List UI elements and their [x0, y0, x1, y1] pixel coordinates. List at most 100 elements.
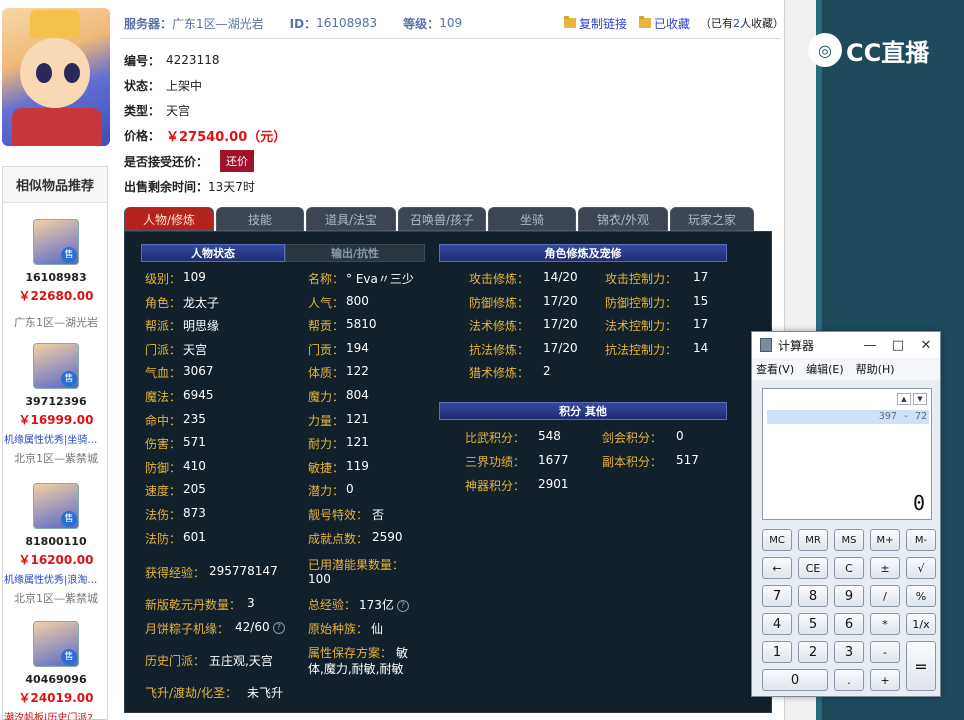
tab-outfits[interactable]: 锦衣/外观: [578, 207, 668, 231]
bargain-button[interactable]: 还价: [220, 150, 255, 172]
favorite-button[interactable]: 已收藏: [638, 15, 690, 32]
similar-item-server: 广东1区—湖光岩: [14, 316, 98, 329]
qianyuan-label: 新版乾元丹数量：: [145, 598, 242, 612]
calc-key[interactable]: 9: [834, 585, 864, 607]
tab-character[interactable]: 人物/修炼: [124, 207, 214, 231]
menu-help[interactable]: 帮助(H): [856, 361, 895, 377]
stat-label: 速度：: [145, 484, 182, 499]
calc-key[interactable]: -: [870, 641, 900, 663]
stat-label: 力量：: [308, 413, 345, 428]
stat-label: 敏捷：: [308, 460, 345, 475]
calc-key[interactable]: M-: [906, 529, 936, 551]
menu-view[interactable]: 查看(V): [756, 361, 794, 377]
stat-label: 帮派：: [145, 319, 182, 334]
similar-item-avatar[interactable]: 售: [33, 219, 79, 265]
server-label: 服务器：: [124, 16, 173, 31]
calc-key[interactable]: /: [870, 585, 900, 607]
calc-key[interactable]: MR: [798, 529, 828, 551]
similar-item-server: 北京1区—紫禁城: [14, 452, 98, 465]
stat-value: 601: [183, 529, 206, 544]
calc-key[interactable]: MS: [834, 529, 864, 551]
calc-key[interactable]: ←: [762, 557, 792, 579]
detail-tabs: 人物/修炼 技能 道具/法宝 召唤兽/孩子 坐骑 锦衣/外观 玩家之家: [124, 207, 774, 231]
stat-value: 天宫: [183, 342, 208, 357]
similar-items-panel: 相似物品推荐 售 16108983 ￥22680.00 广东1区—湖光岩 售 3…: [2, 166, 108, 720]
copy-link-button[interactable]: 复制链接: [563, 15, 627, 32]
calculator-history[interactable]: 397 - 72: [767, 410, 929, 424]
stat-value: 571: [183, 435, 206, 450]
stat-label: 防御：: [145, 460, 182, 475]
stat-label: 名称：: [308, 272, 345, 286]
minimize-icon[interactable]: —: [856, 338, 884, 353]
price-row: 价格： ￥27540.00（元）: [124, 125, 286, 145]
history-up-icon[interactable]: ▲: [897, 393, 911, 405]
calc-key[interactable]: 1: [762, 641, 792, 663]
calc-key[interactable]: 2: [798, 641, 828, 663]
history-down-icon[interactable]: ▼: [913, 393, 927, 405]
calc-key[interactable]: 7: [762, 585, 792, 607]
points2-label: 副本积分：: [602, 455, 663, 469]
price-value: ￥27540.00（元）: [166, 129, 287, 145]
maximize-icon[interactable]: □: [884, 338, 912, 353]
calc-key[interactable]: .: [834, 669, 864, 691]
tab-player-home[interactable]: 玩家之家: [670, 207, 754, 231]
stat-label: 命中：: [145, 413, 182, 428]
calc-key[interactable]: *: [870, 613, 900, 635]
server-value: 广东1区—湖光岩: [172, 16, 264, 31]
similar-item[interactable]: 售 16108983 ￥22680.00 广东1区—湖光岩: [3, 219, 109, 330]
tab-pets[interactable]: 召唤兽/孩子: [398, 207, 486, 231]
similar-item[interactable]: 售 40469096 ￥24019.00 潮汐帆板|历史门派?…: [3, 621, 109, 720]
calc-key[interactable]: 6: [834, 613, 864, 635]
calc-key[interactable]: M+: [870, 529, 900, 551]
help-icon[interactable]: ?: [396, 599, 409, 612]
control-value: 17: [693, 317, 709, 332]
help-icon[interactable]: ?: [272, 621, 285, 634]
calc-key[interactable]: C: [834, 557, 864, 579]
sale-badge: 售: [61, 371, 77, 387]
similar-item-desc[interactable]: 机缘属性优秀|浪淘…: [3, 571, 109, 586]
stat-label: 成就点数：: [308, 531, 369, 546]
similar-item-avatar[interactable]: 售: [33, 621, 79, 667]
calc-key[interactable]: +: [870, 669, 900, 691]
copy-folder-icon: [563, 16, 576, 28]
stat-label: 人气：: [308, 295, 345, 310]
similar-item[interactable]: 售 39712396 ￥16999.00 机缘属性优秀|坐骑… 北京1区—紫禁城: [3, 343, 109, 466]
calc-key[interactable]: 3: [834, 641, 864, 663]
similar-item[interactable]: 售 81800110 ￥16200.00 机缘属性优秀|浪淘… 北京1区—紫禁城: [3, 483, 109, 606]
cultivation-value: 2: [543, 364, 551, 379]
calc-key[interactable]: 5: [798, 613, 828, 635]
stat-value: 龙太子: [183, 295, 220, 310]
calc-key[interactable]: 8: [798, 585, 828, 607]
race-value: 仙: [371, 622, 384, 636]
stat-label: 帮贡：: [308, 319, 345, 334]
calc-key[interactable]: CE: [798, 557, 828, 579]
calc-key[interactable]: 1/x: [906, 613, 936, 635]
similar-item-avatar[interactable]: 售: [33, 483, 79, 529]
tab-items[interactable]: 道具/法宝: [306, 207, 396, 231]
control-value: 17: [693, 270, 709, 284]
status-section-head[interactable]: 人物状态: [141, 244, 285, 262]
similar-item-desc[interactable]: 潮汐帆板|历史门派?…: [3, 709, 109, 720]
calc-key[interactable]: MC: [762, 529, 792, 551]
bargain-row: 是否接受还价： 还价: [124, 150, 255, 172]
calc-key[interactable]: =: [906, 641, 936, 691]
tab-mounts[interactable]: 坐骑: [488, 207, 576, 231]
output-section-head[interactable]: 输出/抗性: [285, 244, 425, 262]
calc-key[interactable]: ±: [870, 557, 900, 579]
points-label: 神器积分：: [465, 479, 526, 493]
close-icon[interactable]: ✕: [912, 338, 940, 353]
calculator-titlebar[interactable]: 计算器 — □ ✕: [752, 332, 940, 358]
tab-skills[interactable]: 技能: [216, 207, 304, 231]
menu-edit[interactable]: 编辑(E): [806, 361, 844, 377]
calc-key[interactable]: %: [906, 585, 936, 607]
stat-label: 伤害：: [145, 437, 182, 452]
stat-label: 魔法：: [145, 390, 182, 404]
calc-key[interactable]: 0: [762, 669, 828, 691]
calc-key[interactable]: √: [906, 557, 936, 579]
attr-plan-value-2: 体,魔力,耐敏,耐敏: [308, 662, 404, 676]
calc-key[interactable]: 4: [762, 613, 792, 635]
points-value: 1677: [538, 453, 569, 467]
similar-item-avatar[interactable]: 售: [33, 343, 79, 389]
similar-item-desc[interactable]: 机缘属性优秀|坐骑…: [3, 431, 109, 446]
potential-fruit-value: 100: [308, 572, 331, 586]
